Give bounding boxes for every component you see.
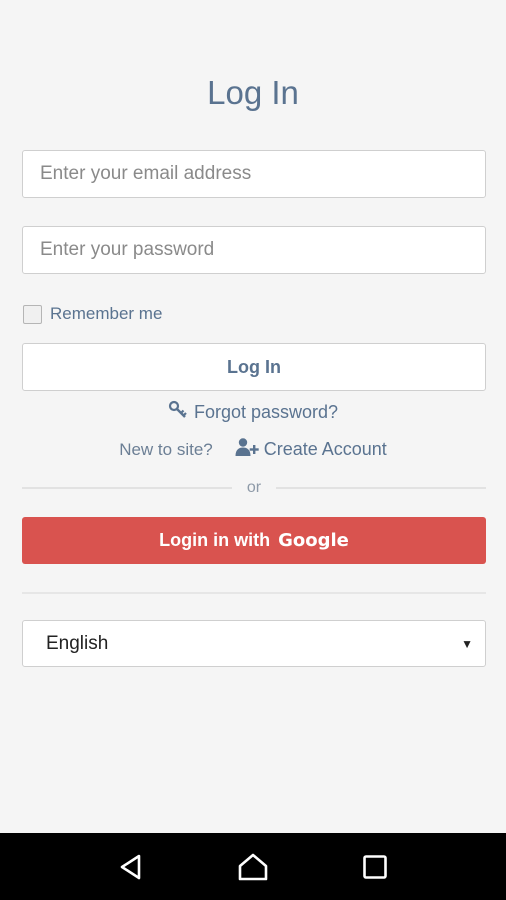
home-icon[interactable] <box>231 845 275 889</box>
divider <box>22 592 486 594</box>
new-to-site-text: New to site? <box>119 439 213 459</box>
caret-down-icon: ▼ <box>461 636 473 651</box>
separator-line-left <box>22 487 232 489</box>
google-brand-label: Google <box>278 530 349 551</box>
login-button-label: Log In <box>227 356 281 377</box>
login-screen: Log In Remember me Log In Forgot passwor… <box>0 0 506 833</box>
or-separator: or <box>22 478 487 498</box>
android-navigation-bar <box>0 833 506 900</box>
language-select-value: English <box>46 632 109 654</box>
remember-me-label: Remember me <box>50 304 163 323</box>
password-input[interactable] <box>22 226 486 274</box>
login-button[interactable]: Log In <box>22 343 486 391</box>
key-icon <box>168 400 188 425</box>
email-input[interactable] <box>22 150 486 198</box>
add-user-icon <box>235 437 259 462</box>
remember-me-checkbox[interactable] <box>23 304 42 324</box>
page-title: Log In <box>207 74 299 111</box>
new-account-row: New to site? Create Account <box>0 437 506 462</box>
create-account-label: Create Account <box>263 439 387 459</box>
or-label: or <box>246 479 262 496</box>
forgot-password-label: Forgot password? <box>193 402 339 422</box>
separator-line-right <box>276 487 487 489</box>
google-login-prefix: Login in with <box>159 530 271 550</box>
language-select[interactable]: English ▼ <box>22 620 486 667</box>
recents-square-icon[interactable] <box>353 845 397 889</box>
google-login-button[interactable]: Login in with Google <box>22 517 486 564</box>
back-triangle-icon[interactable] <box>109 845 153 889</box>
forgot-password-link[interactable]: Forgot password? <box>0 400 506 425</box>
remember-me-row[interactable]: Remember me <box>23 304 162 324</box>
create-account-link[interactable]: Create Account <box>235 437 387 462</box>
